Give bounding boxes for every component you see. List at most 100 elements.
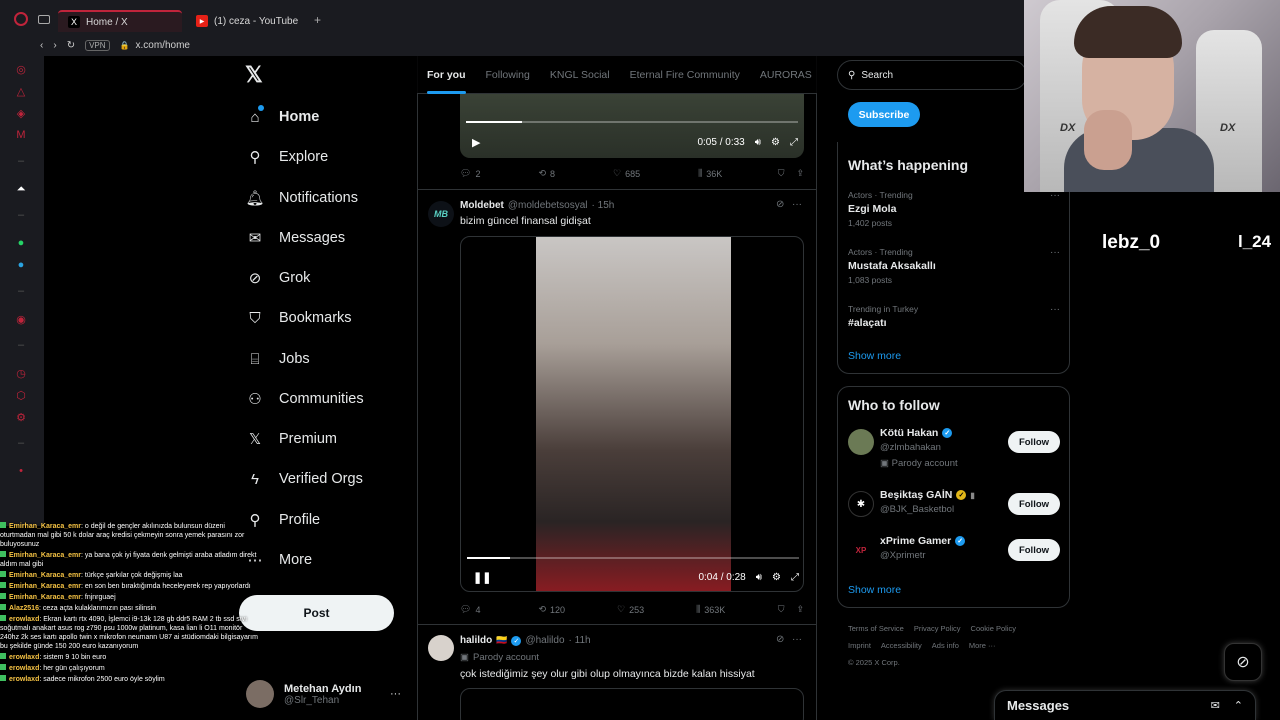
nav-grok[interactable]: ⊘ Grok (246, 269, 311, 287)
follow-button[interactable]: Follow (1008, 539, 1060, 561)
repost-button[interactable]: ⟲ 120 (538, 604, 565, 615)
grok-icon[interactable]: ⊘ (776, 634, 784, 645)
follow-button[interactable]: Follow (1008, 493, 1060, 515)
reply-button[interactable]: 💬︎ 4 (460, 604, 480, 615)
reply-button[interactable]: 💬︎ 2 (460, 168, 480, 179)
music-icon[interactable]: ◉ (14, 312, 28, 326)
video-player[interactable]: ❚❚ 0:04 / 0:28 🔊︎ ⚙ ⤢ (460, 236, 804, 592)
video-player[interactable]: ▶ 0:05 / 0:33 🔊︎ ⚙ ⤢ (460, 94, 804, 158)
tweet-more-icon[interactable]: ··· (792, 199, 802, 210)
tweet-handle[interactable]: @halildo (525, 635, 564, 646)
nav-messages[interactable]: ✉ Messages (246, 229, 345, 247)
nav-home[interactable]: ⌂ Home (246, 105, 319, 126)
nav-notifications[interactable]: 🔔︎ Notifications (245, 189, 358, 207)
vpn-badge[interactable]: VPN (85, 39, 110, 51)
tab-youtube[interactable]: ▶ (1) ceza - YouTube (186, 10, 310, 32)
views-button[interactable]: ⫼ 36K (698, 168, 722, 179)
trend-item[interactable]: Actors · Trending Mustafa Aksakallı 1,08… (848, 247, 1060, 285)
flow-icon[interactable]: △ (14, 84, 28, 98)
grok-fab-icon[interactable]: ⊘ (1224, 643, 1262, 681)
footer-link[interactable]: Privacy Policy (914, 624, 961, 633)
footer-link[interactable]: More ··· (969, 641, 996, 650)
share-icon[interactable]: ⇪ (796, 604, 804, 615)
footer-link[interactable]: Cookie Policy (971, 624, 1016, 633)
nav-bookmarks[interactable]: ⛉ Bookmarks (246, 309, 351, 327)
like-button[interactable]: ♡ 253 (617, 604, 644, 615)
tab-home-x[interactable]: X Home / X (58, 10, 182, 32)
nav-explore[interactable]: ⚲ Explore (246, 148, 329, 166)
nav-jobs[interactable]: ⌸ Jobs (246, 350, 309, 368)
forward-icon[interactable]: › (53, 40, 56, 51)
repost-button[interactable]: ⟲ 8 (538, 168, 555, 179)
url-field[interactable]: x.com/home (136, 40, 190, 51)
bookmark-icon[interactable]: ⛉ (778, 604, 785, 615)
new-message-icon[interactable]: ✉ (1211, 699, 1220, 712)
tweet-avatar[interactable] (428, 635, 454, 661)
gear-icon[interactable]: ⚙ (772, 572, 781, 583)
extensions-icon[interactable]: ⬡ (14, 388, 28, 402)
trend-item[interactable]: Trending in Turkey #alaçatı ··· (848, 304, 1060, 329)
settings-icon[interactable]: ⚙ (14, 410, 28, 424)
pause-icon[interactable]: ❚❚ (473, 571, 491, 584)
like-button[interactable]: ♡ 685 (613, 168, 640, 179)
trend-more-icon[interactable]: ··· (1050, 304, 1060, 315)
whatsapp-icon[interactable]: ● (14, 236, 28, 250)
player-icon[interactable]: ◈ (14, 106, 28, 120)
tweet-time[interactable]: · 15h (592, 200, 615, 211)
views-button[interactable]: ⫼ 363K (696, 604, 725, 615)
tweet-handle[interactable]: @moldebetsosyal (508, 200, 588, 211)
show-more-link[interactable]: Show more (848, 584, 901, 596)
nav-premium[interactable]: 𝕏 Premium (246, 430, 337, 448)
post-button[interactable]: Post (239, 595, 394, 631)
tab-kngl-social[interactable]: KNGL Social (540, 56, 620, 94)
nav-verified-orgs[interactable]: ϟ Verified Orgs (246, 470, 363, 488)
trend-more-icon[interactable]: ··· (1050, 247, 1060, 258)
workspace-icon[interactable] (38, 15, 50, 24)
history-icon[interactable]: ◷ (14, 366, 28, 380)
tweet-time[interactable]: · 11h (569, 635, 591, 646)
footer-link[interactable]: Ads info (932, 641, 959, 650)
subscribe-button[interactable]: Subscribe (848, 102, 920, 127)
reload-icon[interactable]: ↻ (67, 40, 75, 51)
footer-link[interactable]: © 2025 X Corp. (848, 658, 900, 667)
tweet-author[interactable]: halildo (460, 635, 492, 646)
opera-logo-icon[interactable] (14, 12, 28, 26)
footer-link[interactable]: Terms of Service (848, 624, 904, 633)
tweet-avatar[interactable]: MB (428, 201, 454, 227)
x-logo-icon[interactable]: 𝕏 (245, 62, 263, 88)
play-icon[interactable]: ▶ (472, 136, 480, 149)
grok-icon[interactable]: ⊘ (776, 199, 784, 210)
footer-link[interactable]: Accessibility (881, 641, 922, 650)
trend-item[interactable]: Actors · Trending Ezgi Mola 1,402 posts … (848, 190, 1060, 228)
video-progress-track[interactable] (466, 121, 798, 123)
chevron-up-icon[interactable]: ⌃ (1234, 699, 1243, 712)
mail-icon[interactable]: M (14, 128, 28, 142)
share-icon[interactable]: ⇪ (796, 168, 804, 179)
tab-following[interactable]: Following (476, 56, 540, 94)
account-switcher[interactable]: Metehan Aydın @Slr_Tehan (246, 680, 361, 708)
volume-icon[interactable]: 🔊︎ (755, 137, 761, 148)
show-more-link[interactable]: Show more (848, 350, 901, 362)
gear-icon[interactable]: ⚙ (771, 137, 780, 148)
profile-menu-icon[interactable]: ··· (390, 688, 401, 700)
messages-drawer[interactable]: Messages ✉ ⌃ (994, 690, 1256, 720)
nav-communities[interactable]: ⚇ Communities (246, 390, 363, 408)
fullscreen-icon[interactable]: ⤢ (790, 137, 798, 148)
fullscreen-icon[interactable]: ⤢ (791, 572, 799, 583)
video-progress-track[interactable] (467, 557, 799, 559)
app-icon[interactable]: ⏶ (14, 182, 28, 196)
follow-button[interactable]: Follow (1008, 431, 1060, 453)
tweet-author[interactable]: Moldebet (460, 200, 504, 211)
search-input[interactable]: ⚲ Search (837, 60, 1027, 90)
tweet-more-icon[interactable]: ··· (792, 634, 802, 645)
new-tab-icon[interactable]: + (314, 13, 321, 27)
recording-icon[interactable]: • (14, 464, 28, 478)
telegram-icon[interactable]: ● (14, 258, 28, 272)
aria-icon[interactable]: ◎ (14, 62, 28, 76)
tab-eternal-fire[interactable]: Eternal Fire Community (620, 56, 750, 94)
tab-for-you[interactable]: For you (417, 56, 476, 94)
tab-auroras[interactable]: AURORAS (750, 56, 822, 94)
back-icon[interactable]: ‹ (40, 40, 43, 51)
bookmark-icon[interactable]: ⛉ (778, 168, 785, 179)
volume-icon[interactable]: 🔊︎ (756, 572, 762, 583)
